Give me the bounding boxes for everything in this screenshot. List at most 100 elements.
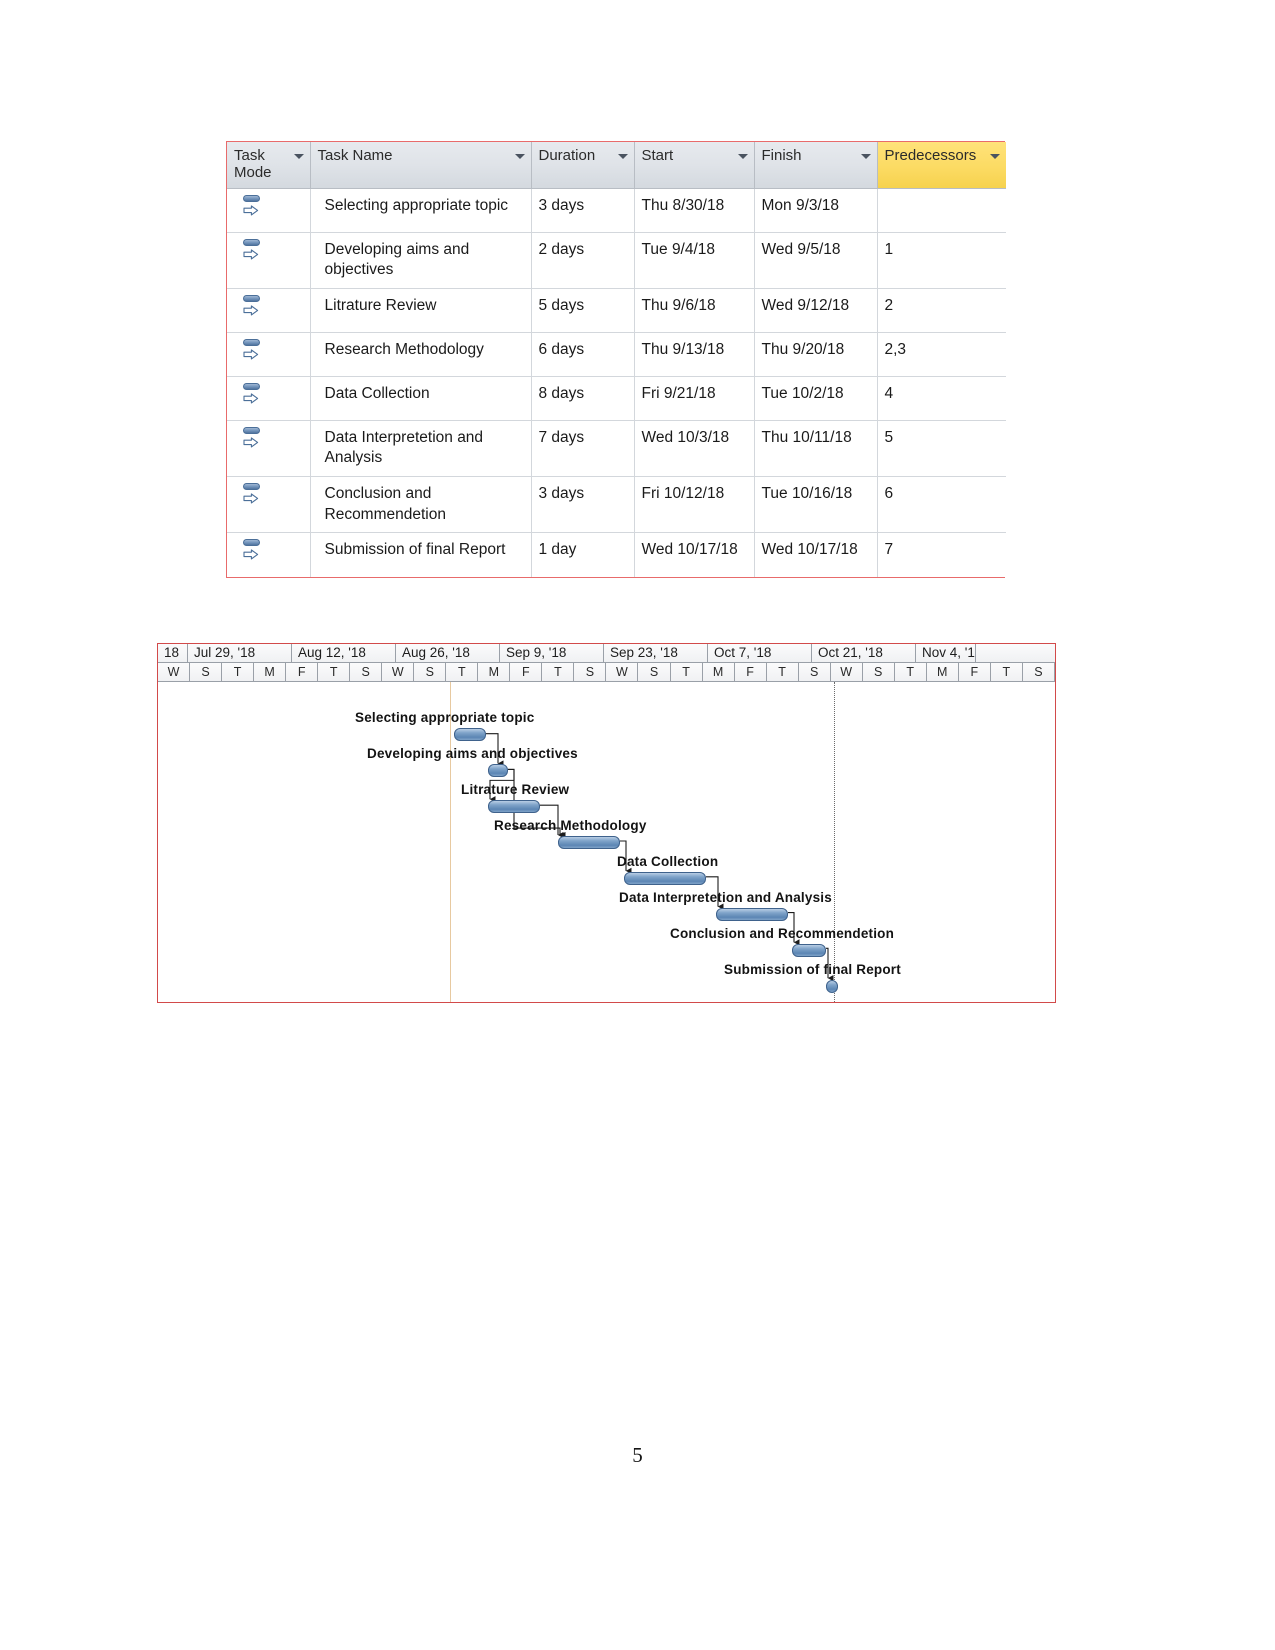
- cell-duration[interactable]: 2 days: [531, 232, 635, 289]
- cell-task-name[interactable]: Developing aims and objectives: [310, 232, 532, 289]
- filter-arrow-icon[interactable]: [990, 154, 1000, 159]
- cell-duration[interactable]: 1 day: [531, 532, 635, 577]
- start-date-text: Wed 10/3/18: [641, 428, 730, 446]
- column-header-task-name[interactable]: Task Name: [310, 142, 532, 189]
- cell-task-name[interactable]: Data Collection: [310, 376, 532, 421]
- cell-task-name[interactable]: Conclusion and Recommendetion: [310, 476, 532, 534]
- timeline-week-label: Oct 21, '18: [812, 644, 916, 663]
- filter-arrow-icon[interactable]: [860, 154, 871, 159]
- auto-schedule-icon[interactable]: [241, 193, 265, 223]
- gantt-bar[interactable]: [488, 800, 540, 813]
- filter-arrow-icon[interactable]: [617, 154, 628, 159]
- cell-finish[interactable]: Tue 10/16/18: [754, 476, 878, 534]
- duration-text: 2 days: [538, 240, 585, 258]
- cell-start[interactable]: Tue 9/4/18: [634, 232, 755, 289]
- cell-duration[interactable]: 8 days: [531, 376, 635, 421]
- table-row[interactable]: Submission of final Report 1 day Wed 10/17…: [227, 532, 1006, 577]
- cell-task-mode[interactable]: [227, 332, 311, 377]
- column-header-duration[interactable]: Duration: [531, 142, 635, 189]
- cell-finish[interactable]: Mon 9/3/18: [754, 188, 878, 233]
- schedule-bar-icon: [243, 294, 260, 302]
- cell-start[interactable]: Thu 9/13/18: [634, 332, 755, 377]
- cell-predecessors[interactable]: 4: [877, 376, 1006, 421]
- cell-finish[interactable]: Thu 10/11/18: [754, 420, 878, 477]
- cell-predecessors[interactable]: 1: [877, 232, 1006, 289]
- cell-duration[interactable]: 7 days: [531, 420, 635, 477]
- cell-task-mode[interactable]: [227, 476, 311, 534]
- gantt-bar[interactable]: [488, 764, 508, 777]
- gantt-bar-label: Data Interpretetion and Analysis: [619, 890, 832, 905]
- cell-predecessors[interactable]: [877, 188, 1006, 233]
- filter-arrow-icon[interactable]: [293, 154, 304, 159]
- timeline-day-label: S: [638, 663, 671, 682]
- cell-finish[interactable]: Wed 9/5/18: [754, 232, 878, 289]
- filter-arrow-icon[interactable]: [514, 154, 525, 159]
- cell-task-name[interactable]: Litrature Review: [310, 288, 532, 333]
- cell-duration[interactable]: 3 days: [531, 188, 635, 233]
- cell-task-name[interactable]: Selecting appropriate topic: [310, 188, 532, 233]
- gantt-bar[interactable]: [454, 728, 486, 741]
- cell-predecessors[interactable]: 2: [877, 288, 1006, 333]
- today-line: [834, 682, 835, 1002]
- timeline-day-label: T: [671, 663, 703, 682]
- cell-start[interactable]: Wed 10/3/18: [634, 420, 755, 477]
- cell-start[interactable]: Thu 9/6/18: [634, 288, 755, 333]
- table-row[interactable]: Litrature Review 5 days Thu 9/6/18 Wed 9/12…: [227, 288, 1006, 333]
- gantt-bar[interactable]: [716, 908, 788, 921]
- predecessors-text: 2,3: [884, 340, 907, 358]
- schedule-arrow-icon: [243, 305, 259, 316]
- auto-schedule-icon[interactable]: [241, 293, 265, 323]
- auto-schedule-icon[interactable]: [241, 337, 265, 367]
- cell-start[interactable]: Fri 9/21/18: [634, 376, 755, 421]
- table-row[interactable]: Data Collection 8 days Fri 9/21/18 Tue 10/2…: [227, 376, 1006, 421]
- schedule-arrow-icon: [243, 493, 259, 504]
- cell-task-mode[interactable]: [227, 188, 311, 233]
- cell-duration[interactable]: 6 days: [531, 332, 635, 377]
- column-header-task-mode[interactable]: Task Mode: [227, 142, 311, 189]
- cell-task-mode[interactable]: [227, 376, 311, 421]
- cell-start[interactable]: Fri 10/12/18: [634, 476, 755, 534]
- finish-date-text: Wed 9/12/18: [761, 296, 850, 314]
- auto-schedule-icon[interactable]: [241, 381, 265, 411]
- cell-task-name[interactable]: Submission of final Report: [310, 532, 532, 577]
- cell-finish[interactable]: Wed 10/17/18: [754, 532, 878, 577]
- gantt-bar[interactable]: [624, 872, 706, 885]
- cell-duration[interactable]: 3 days: [531, 476, 635, 534]
- cell-finish[interactable]: Wed 9/12/18: [754, 288, 878, 333]
- cell-start[interactable]: Thu 8/30/18: [634, 188, 755, 233]
- cell-task-mode[interactable]: [227, 232, 311, 289]
- gantt-bar[interactable]: [826, 980, 838, 993]
- gantt-bar[interactable]: [792, 944, 826, 957]
- table-row[interactable]: Research Methodology 6 days Thu 9/13/18 Thu…: [227, 332, 1006, 377]
- predecessors-text: 6: [884, 484, 894, 502]
- cell-finish[interactable]: Tue 10/2/18: [754, 376, 878, 421]
- table-row[interactable]: Selecting appropriate topic 3 days Thu 8/3…: [227, 188, 1006, 233]
- table-row[interactable]: Data Interpretetion and Analysis 7 days We…: [227, 420, 1006, 477]
- auto-schedule-icon[interactable]: [241, 425, 265, 455]
- cell-predecessors[interactable]: 5: [877, 420, 1006, 477]
- gantt-bar[interactable]: [558, 836, 620, 849]
- column-header-start[interactable]: Start: [634, 142, 755, 189]
- cell-finish[interactable]: Thu 9/20/18: [754, 332, 878, 377]
- filter-arrow-icon[interactable]: [737, 154, 748, 159]
- cell-start[interactable]: Wed 10/17/18: [634, 532, 755, 577]
- cell-task-mode[interactable]: [227, 288, 311, 333]
- cell-task-name[interactable]: Data Interpretetion and Analysis: [310, 420, 532, 477]
- auto-schedule-icon[interactable]: [241, 537, 265, 567]
- cell-predecessors[interactable]: 7: [877, 532, 1006, 577]
- table-row[interactable]: Developing aims and objectives 2 days Tue …: [227, 232, 1006, 289]
- cell-task-name[interactable]: Research Methodology: [310, 332, 532, 377]
- start-date-text: Fri 10/12/18: [641, 484, 725, 502]
- column-header-predecessors[interactable]: Predecessors: [877, 142, 1006, 189]
- column-header-finish[interactable]: Finish: [754, 142, 878, 189]
- auto-schedule-icon[interactable]: [241, 481, 265, 511]
- cell-task-mode[interactable]: [227, 532, 311, 577]
- cell-task-mode[interactable]: [227, 420, 311, 477]
- predecessors-text: 2: [884, 296, 894, 314]
- cell-duration[interactable]: 5 days: [531, 288, 635, 333]
- cell-predecessors[interactable]: 2,3: [877, 332, 1006, 377]
- auto-schedule-icon[interactable]: [241, 237, 265, 267]
- table-row[interactable]: Conclusion and Recommendetion 3 days Fri 1…: [227, 476, 1006, 534]
- cell-predecessors[interactable]: 6: [877, 476, 1006, 534]
- schedule-arrow-icon: [243, 349, 259, 360]
